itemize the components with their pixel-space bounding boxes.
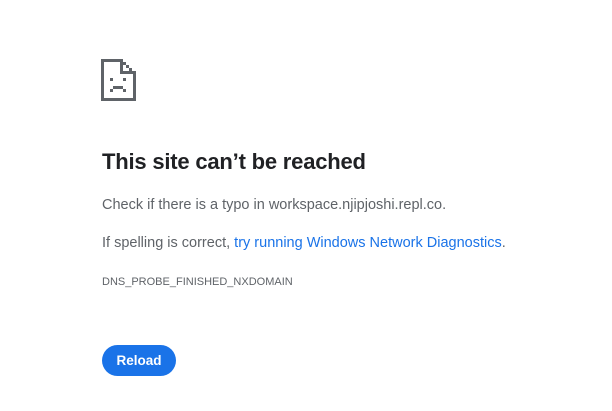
spelling-suffix: . (501, 235, 506, 251)
reload-button[interactable]: Reload (102, 345, 176, 376)
error-code: DNS_PROBE_FINISHED_NXDOMAIN (102, 276, 293, 288)
error-title: This site can’t be reached (102, 149, 366, 174)
network-diagnostics-link[interactable]: try running Windows Network Diagnostics (234, 235, 502, 251)
sad-page-icon (101, 59, 137, 101)
spelling-message: If spelling is correct, try running Wind… (102, 235, 506, 251)
error-page: This site can’t be reached Check if ther… (0, 0, 612, 411)
typo-suffix: . (442, 197, 447, 213)
typo-message: Check if there is a typo in workspace.nj… (102, 197, 446, 213)
typo-prefix: Check if there is a typo in (102, 197, 269, 213)
spelling-prefix: If spelling is correct, (102, 235, 235, 251)
domain-name: workspace.njipjoshi.repl.co (268, 197, 443, 213)
